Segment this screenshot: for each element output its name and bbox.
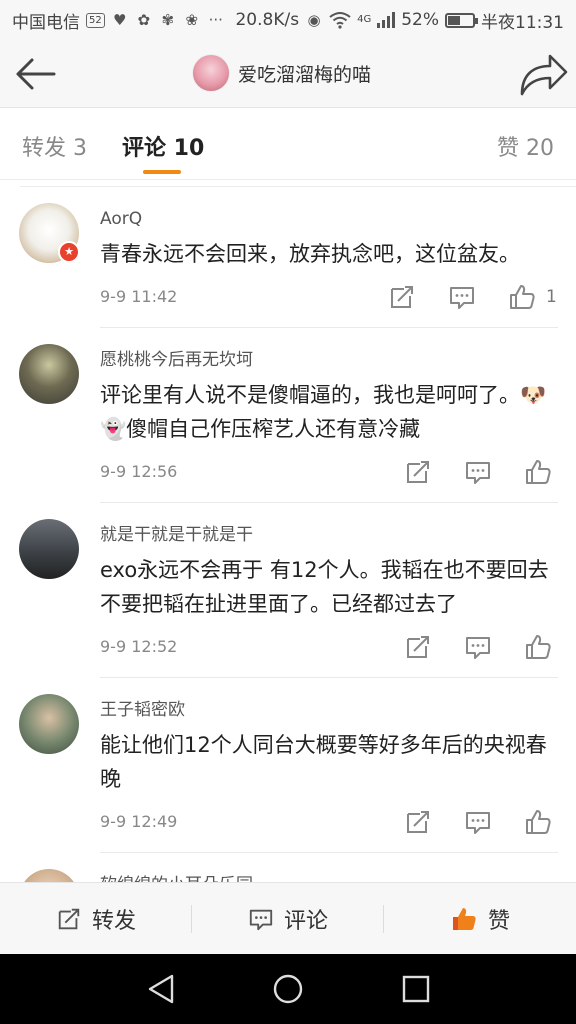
paw-icon: ❀ [185,11,199,29]
like-icon[interactable] [524,458,552,486]
comment-icon[interactable] [464,633,492,661]
network-type: 4G [357,14,372,25]
commenter-avatar[interactable] [19,694,79,754]
app-notification-icon-2: ✾ [161,11,175,29]
comment-item: 愿桃桃今后再无坎坷 评论里有人说不是傻帽逼的，我也是呵呵了。🐶 👻傻帽自己作压榨… [0,328,576,503]
comment-text: exo永远不会再于 有12个人。我韬在也不要回去不要把韬在扯进里面了。已经都过去… [100,558,549,616]
network-speed: 20.8K/s [235,10,300,30]
comment-button[interactable]: 评论 [192,883,384,954]
repost-icon[interactable] [404,633,432,661]
app-notification-icon: ✿ [137,11,151,29]
battery-percent: 52% [401,10,439,30]
comment-text: 能让他们12个人同台大概要等好多年后的央视春晚 [100,733,547,791]
commenter-name[interactable]: 愿桃桃今后再无坎坷 [100,328,558,370]
author-name: 爱吃溜溜梅的喵 [238,63,372,86]
repost-icon [58,908,80,929]
signal-icon [377,12,396,28]
comment-icon [249,909,273,930]
author-avatar[interactable] [192,54,230,92]
like-icon[interactable] [508,283,536,311]
like-icon[interactable] [524,633,552,661]
heart-icon: ♥ [113,11,127,29]
comment-label: 评论 [283,908,328,934]
commenter-name[interactable]: 王子韬密欧 [100,678,558,720]
back-arrow-icon [16,58,56,90]
comment-icon[interactable] [448,283,476,311]
tab-comments[interactable]: 评论 10 [122,130,204,162]
comment-meta: 9-9 12:52 [100,621,558,673]
comment-meta: 9-9 12:56 [100,446,558,498]
bottom-action-bar: 转发 评论 赞 [0,882,576,954]
system-navigation-bar [0,954,576,1024]
comment-text: 青春永远不会回来，放弃执念吧，这位盆友。 [100,242,520,266]
comment-item: 王子韬密欧 能让他们12个人同台大概要等好多年后的央视春晚 9-9 12:49 [0,678,576,853]
battery-icon [445,12,478,28]
sim-badge: 52 [86,12,105,28]
active-tab-indicator [143,170,181,174]
comment-time: 9-9 12:52 [100,637,178,656]
commenter-name[interactable]: AorQ [100,187,558,229]
comment-list[interactable]: ★ AorQ 青春永远不会回来，放弃执念吧，这位盆友。 9-9 11:42 1 … [0,186,576,882]
like-icon[interactable] [524,808,552,836]
comment-item: ★ AorQ 青春永远不会回来，放弃执念吧，这位盆友。 9-9 11:42 1 [0,187,576,328]
comment-time: 9-9 11:42 [100,287,178,306]
commenter-avatar[interactable] [19,519,79,579]
comment-meta: 9-9 12:49 [100,796,558,848]
carrier-label: 中国电信 [12,12,80,33]
share-arrow-icon [520,54,568,96]
repost-label: 转发 [91,908,136,934]
tab-bar: 转发 3 评论 10 赞 20 [0,108,576,180]
comment-text: 评论里有人说不是傻帽逼的，我也是呵呵了。🐶 👻傻帽自己作压榨艺人还有意冷藏 [100,383,547,441]
back-triangle-icon[interactable] [146,973,176,1005]
home-circle-icon[interactable] [272,973,304,1005]
comment-item: 软绵绵的小耳朵乐园 [0,853,576,882]
comment-meta: 9-9 11:42 1 [100,271,558,323]
comment-icon[interactable] [464,458,492,486]
repost-icon[interactable] [404,458,432,486]
comment-time: 9-9 12:56 [100,462,178,481]
verified-badge: ★ [58,241,80,263]
commenter-name[interactable]: 就是干就是干就是干 [100,503,558,545]
eye-icon: ◉ [307,11,321,29]
like-count: 1 [546,287,557,307]
tab-likes[interactable]: 赞 20 [497,130,554,162]
back-button[interactable] [14,54,58,94]
wifi-icon [329,12,351,29]
more-notifications-icon: ··· [208,11,223,29]
commenter-name[interactable]: 软绵绵的小耳朵乐园 [100,853,558,882]
like-label: 赞 [487,908,510,934]
repost-icon[interactable] [388,283,416,311]
author-header[interactable]: 爱吃溜溜梅的喵 [192,54,371,92]
like-icon [452,907,476,930]
repost-icon[interactable] [404,808,432,836]
comment-item: 就是干就是干就是干 exo永远不会再于 有12个人。我韬在也不要回去不要把韬在扯… [0,503,576,678]
comment-time: 9-9 12:49 [100,812,178,831]
navigation-bar: 爱吃溜溜梅的喵 [0,40,576,108]
comment-icon[interactable] [464,808,492,836]
share-button[interactable] [514,48,568,100]
tab-repost[interactable]: 转发 3 [22,130,87,162]
commenter-avatar[interactable] [19,869,79,882]
commenter-avatar[interactable] [19,344,79,404]
repost-button[interactable]: 转发 [0,883,192,954]
like-button[interactable]: 赞 [384,883,576,954]
recents-square-icon[interactable] [402,973,430,1005]
clock: 半夜11:31 [481,12,564,33]
status-bar: 中国电信 52 ♥ ✿ ✾ ❀ ··· 20.8K/s ◉ 4G 52% 半夜1… [0,0,576,40]
